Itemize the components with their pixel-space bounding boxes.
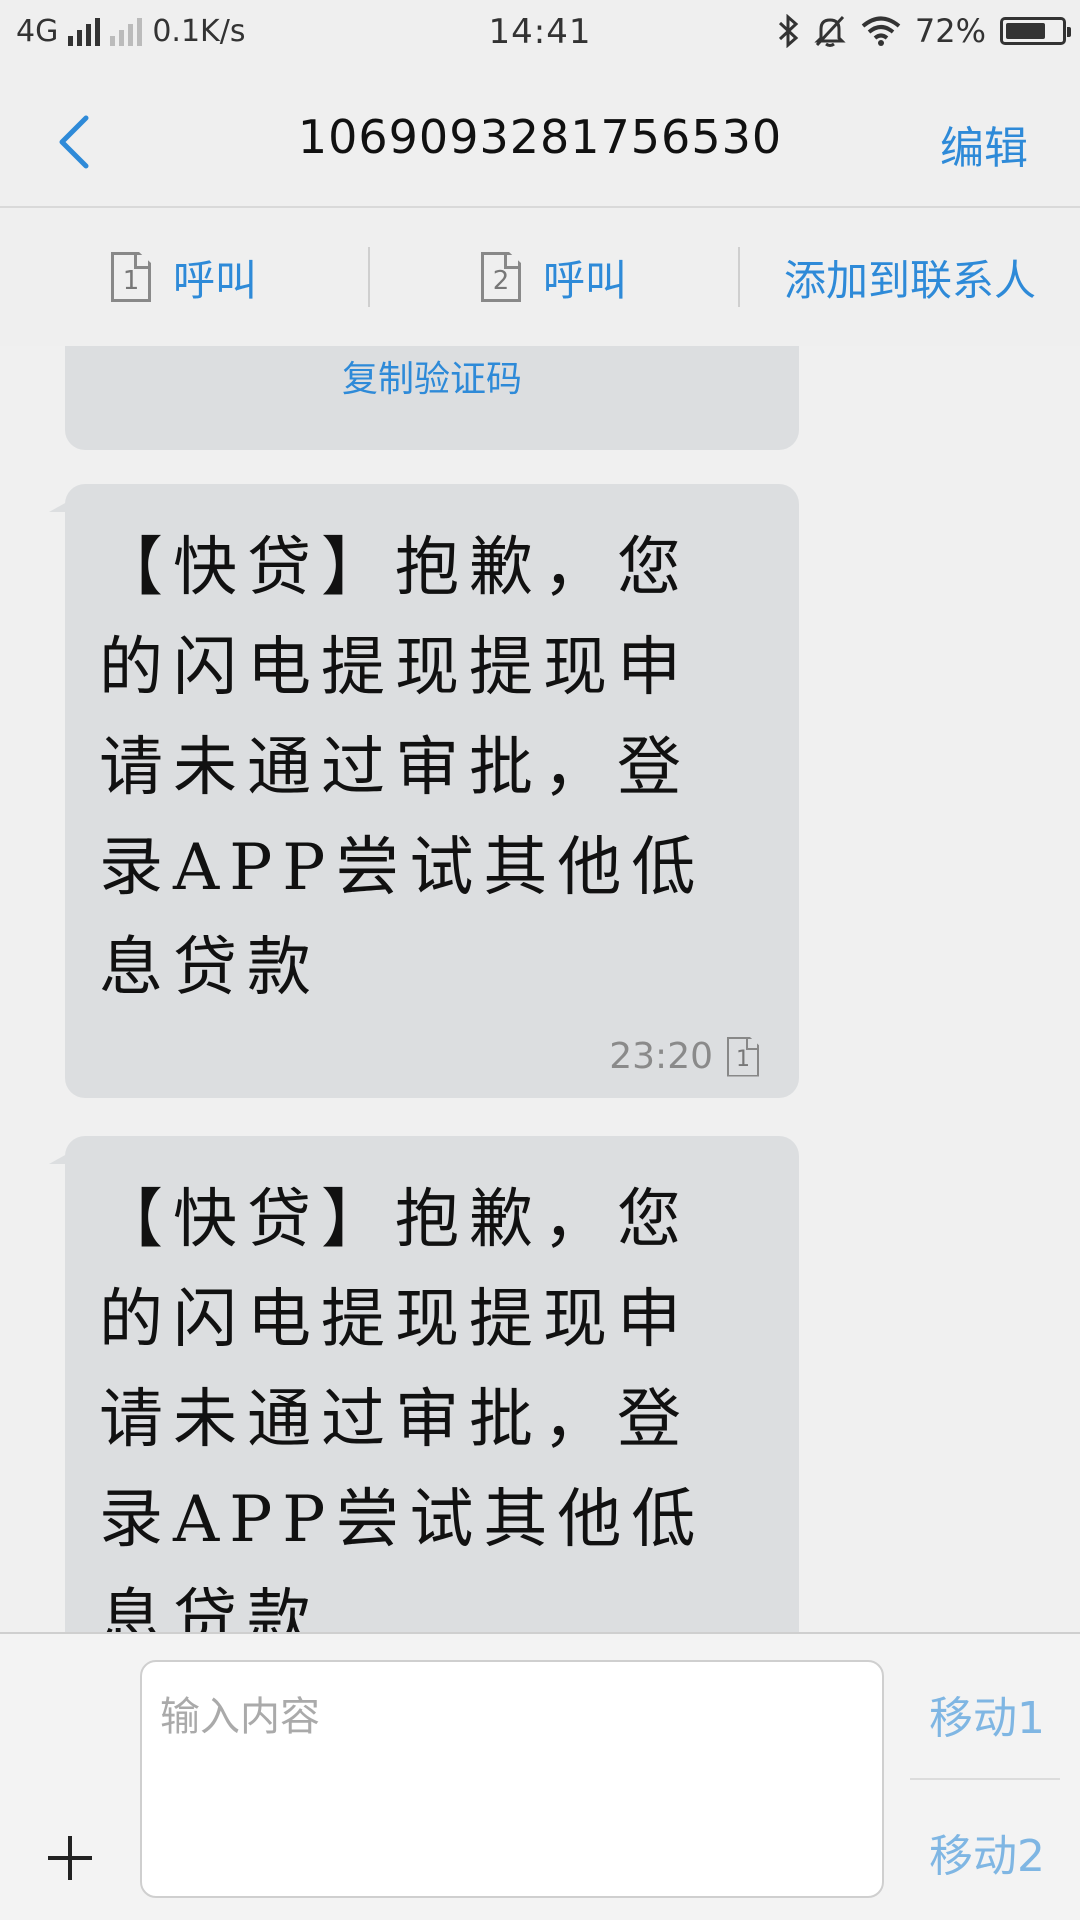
divider <box>910 1778 1060 1780</box>
message-list[interactable]: 复制验证码 【快贷】抱歉，您的闪电提现提现申请未通过审批，登录APP尝试其他低息… <box>0 346 1080 1632</box>
message-bubble-partial[interactable]: 复制验证码 <box>65 346 799 450</box>
message-bubble[interactable]: 【快贷】抱歉，您的闪电提现提现申请未通过审批，登录APP尝试其他低息贷款 <box>49 1136 799 1632</box>
title-bar: 1069093281756530 编辑 <box>0 70 1080 208</box>
sim-indicator-icon: 1 <box>727 1036 759 1077</box>
send-sim1-button[interactable]: 移动1 <box>922 1682 1052 1746</box>
edit-button[interactable]: 编辑 <box>940 112 1028 176</box>
add-contact-button[interactable]: 添加到联系人 <box>740 208 1080 346</box>
page-title: 1069093281756530 <box>297 110 783 164</box>
status-bar: 4G 0.1K/s 14:41 72% <box>0 0 1080 70</box>
composer-bar: 输入内容 移动1 移动2 <box>0 1632 1080 1920</box>
message-text: 【快贷】抱歉，您的闪电提现提现申请未通过审批，登录APP尝试其他低息贷款 <box>99 1183 706 1632</box>
call-sim1-label: 呼叫 <box>172 255 257 305</box>
battery-icon <box>1000 17 1071 45</box>
call-sim1-button[interactable]: 1 呼叫 <box>0 208 368 346</box>
silent-bell-icon <box>814 15 846 47</box>
call-sim2-button[interactable]: 2 呼叫 <box>370 208 738 346</box>
status-right: 72% <box>777 12 1071 50</box>
message-bubble[interactable]: 【快贷】抱歉，您的闪电提现提现申请未通过审批，登录APP尝试其他低息贷款 23:… <box>49 484 799 1098</box>
add-attachment-button[interactable] <box>42 1830 98 1886</box>
message-meta: 23:20 1 <box>99 1036 759 1077</box>
message-time: 23:20 <box>609 1036 713 1077</box>
wifi-icon <box>861 16 901 46</box>
message-text: 【快贷】抱歉，您的闪电提现提现申请未通过审批，登录APP尝试其他低息贷款 <box>99 531 706 1005</box>
action-row: 1 呼叫 2 呼叫 添加到联系人 <box>0 208 1080 346</box>
copy-code-button[interactable]: 复制验证码 <box>65 350 799 402</box>
battery-fill <box>1006 23 1045 39</box>
sim1-icon: 1 <box>110 252 151 302</box>
bluetooth-icon <box>778 14 799 48</box>
call-sim2-label: 呼叫 <box>542 255 627 305</box>
battery-percent: 72% <box>914 12 986 50</box>
sim2-icon: 2 <box>480 252 521 302</box>
send-sim2-button[interactable]: 移动2 <box>922 1820 1052 1884</box>
message-input[interactable]: 输入内容 <box>140 1660 884 1898</box>
